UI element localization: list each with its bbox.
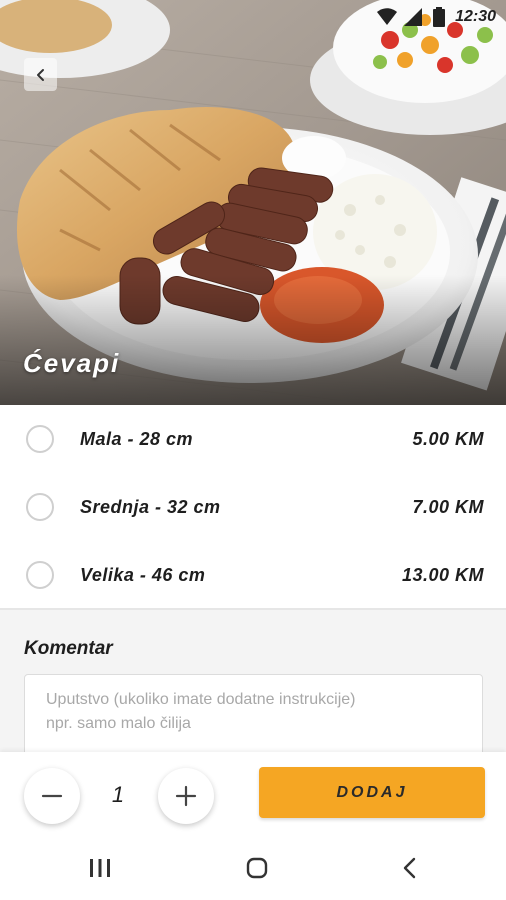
option-label: Velika - 46 cm xyxy=(80,564,206,585)
back-button[interactable] xyxy=(24,58,57,91)
add-button-label: DODAJ xyxy=(336,783,408,801)
status-bar: 12:30 xyxy=(377,0,506,34)
option-label: Mala - 28 cm xyxy=(80,428,194,449)
size-options: Mala - 28 cm 5.00 KM Srednja - 32 cm 7.0… xyxy=(0,405,506,609)
radio-button[interactable] xyxy=(26,493,54,521)
option-label: Srednja - 32 cm xyxy=(80,496,221,517)
minus-icon xyxy=(41,794,63,798)
size-option-small[interactable]: Mala - 28 cm 5.00 KM xyxy=(0,405,506,473)
option-price: 13.00 KM xyxy=(401,564,484,585)
increase-quantity-button[interactable] xyxy=(158,768,214,824)
status-time: 12:30 xyxy=(455,8,496,25)
comment-input[interactable] xyxy=(24,674,483,760)
dish-title: Ćevapi xyxy=(23,348,121,378)
decrease-quantity-button[interactable] xyxy=(24,768,80,824)
system-navigation-bar xyxy=(0,834,506,900)
add-to-cart-button[interactable]: DODAJ xyxy=(259,767,485,818)
home-icon xyxy=(246,857,268,879)
signal-icon xyxy=(403,7,423,27)
wifi-icon xyxy=(377,7,398,27)
radio-button[interactable] xyxy=(26,561,54,589)
size-option-large[interactable]: Velika - 46 cm 13.00 KM xyxy=(0,541,506,609)
comment-heading: Komentar xyxy=(24,638,113,659)
radio-button[interactable] xyxy=(26,425,54,453)
order-bar: 1 DODAJ xyxy=(0,752,506,834)
option-price: 7.00 KM xyxy=(412,496,484,517)
battery-icon xyxy=(429,7,449,27)
plus-icon xyxy=(175,785,197,807)
system-back-button[interactable] xyxy=(390,848,430,888)
size-option-medium[interactable]: Srednja - 32 cm 7.00 KM xyxy=(0,473,506,541)
hero-gradient xyxy=(0,275,506,405)
recent-apps-icon xyxy=(90,859,110,877)
home-button[interactable] xyxy=(237,848,277,888)
comment-section: Komentar xyxy=(0,610,506,760)
quantity-value: 1 xyxy=(111,782,125,807)
back-icon xyxy=(403,857,416,879)
chevron-left-icon xyxy=(36,68,44,81)
option-price: 5.00 KM xyxy=(412,428,484,449)
dish-hero: 12:30 Ćevapi xyxy=(0,0,506,405)
recent-apps-button[interactable] xyxy=(80,848,120,888)
